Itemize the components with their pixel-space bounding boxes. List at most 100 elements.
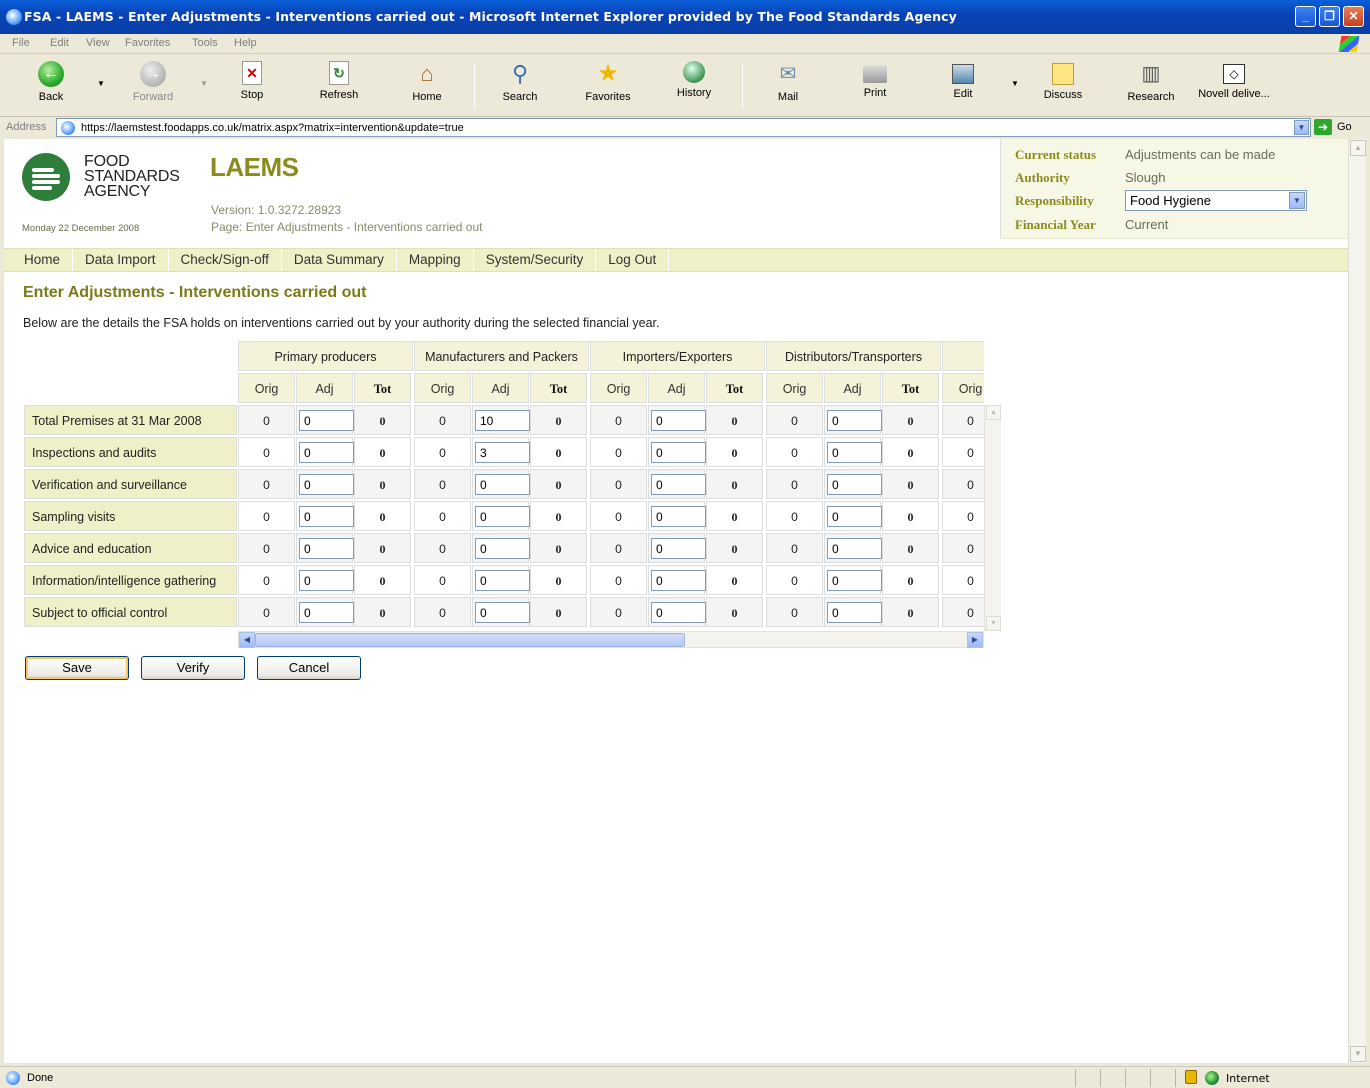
adjustment-input[interactable]: 0 [651,410,706,431]
adj-cell: 0 [824,405,882,435]
research-button[interactable]: ▥ Research [1124,59,1178,113]
matrix-horizontal-scrollbar[interactable]: ◀ ▶ [238,631,984,648]
nav-home[interactable]: Home [12,249,74,271]
scroll-up-icon[interactable]: ▲ [986,405,1001,420]
verify-button[interactable]: Verify [141,656,245,680]
page-vertical-scrollbar[interactable]: ▲ ▼ [1348,139,1366,1063]
adjustment-input[interactable]: 0 [299,570,354,591]
adjustment-input[interactable]: 0 [827,410,882,431]
adjustment-input[interactable]: 0 [827,442,882,463]
menu-favorites[interactable]: Favorites [125,37,170,49]
favorites-button[interactable]: ★ Favorites [578,59,638,113]
responsibility-select[interactable]: Food Hygiene ▼ [1125,190,1307,211]
edit-dropdown-icon[interactable]: ▼ [1011,79,1019,88]
adjustment-input[interactable]: 0 [827,474,882,495]
scroll-right-icon[interactable]: ▶ [967,632,983,648]
cancel-button[interactable]: Cancel [257,656,361,680]
orig-cell: 0 [414,405,471,435]
adj-cell: 0 [824,469,882,499]
history-button[interactable]: History [670,59,718,113]
menu-view[interactable]: View [86,37,110,49]
adjustment-input[interactable]: 0 [651,602,706,623]
close-button[interactable]: ✕ [1343,6,1364,27]
history-icon [683,61,705,83]
adjustment-input[interactable]: 0 [651,570,706,591]
adjustment-input[interactable]: 0 [475,602,530,623]
scroll-left-icon[interactable]: ◀ [239,632,255,648]
nav-data-summary[interactable]: Data Summary [282,249,397,271]
forward-button[interactable]: → Forward [124,59,182,113]
lock-icon [1185,1070,1197,1084]
search-button[interactable]: ⚲ Search [496,59,544,113]
minimize-button[interactable]: _ [1295,6,1316,27]
nav-system-security[interactable]: System/Security [474,249,597,271]
nav-data-import[interactable]: Data Import [73,249,169,271]
adjustment-input[interactable]: 0 [651,474,706,495]
menu-edit[interactable]: Edit [50,37,69,49]
address-dropdown-icon[interactable]: ▼ [1294,120,1309,135]
print-button[interactable]: Print [858,59,892,113]
menu-file[interactable]: File [12,37,30,49]
adjustment-input[interactable]: 0 [651,538,706,559]
responsibility-selected: Food Hygiene [1130,193,1211,208]
orig-cell: 0 [238,533,295,563]
forward-dropdown-icon[interactable]: ▼ [200,79,208,88]
nav-log-out[interactable]: Log Out [596,249,670,271]
discuss-label: Discuss [1043,89,1083,101]
adjustment-input[interactable]: 0 [651,442,706,463]
total-cell: 0 [530,469,587,499]
adj-cell: 0 [296,437,354,467]
scroll-up-icon[interactable]: ▲ [1350,140,1366,156]
adjustment-input[interactable]: 10 [475,410,530,431]
chevron-down-icon[interactable]: ▼ [1289,192,1305,209]
total-cell: 0 [706,437,763,467]
fsa-logo-icon [22,153,70,201]
adjustment-input[interactable]: 0 [299,602,354,623]
adjustment-input[interactable]: 0 [299,442,354,463]
scroll-down-icon[interactable]: ▼ [1350,1046,1366,1062]
column-header-tot: Tot [882,373,939,403]
toolbar-separator [742,63,743,109]
adjustment-input[interactable]: 3 [475,442,530,463]
nav-check-sign-off[interactable]: Check/Sign-off [169,249,282,271]
nav-mapping[interactable]: Mapping [397,249,474,271]
refresh-button[interactable]: ↻ Refresh [312,59,366,113]
go-arrow-icon[interactable]: ➔ [1314,119,1332,135]
adjustment-input[interactable]: 0 [299,474,354,495]
save-button[interactable]: Save [25,656,129,680]
adjustment-input[interactable]: 0 [827,570,882,591]
column-header-tot: Tot [706,373,763,403]
go-button[interactable]: Go [1337,121,1352,133]
novell-button[interactable]: ◇ Novell delive... [1196,59,1272,113]
home-button[interactable]: ⌂ Home [406,59,448,113]
adjustment-input[interactable]: 0 [651,506,706,527]
adjustment-input[interactable]: 0 [475,474,530,495]
refresh-label: Refresh [319,89,359,101]
edit-button[interactable]: Edit [947,59,979,113]
discuss-button[interactable]: Discuss [1040,59,1086,113]
orig-cell: 0 [590,533,647,563]
address-input[interactable]: https://laemstest.foodapps.co.uk/matrix.… [56,118,1311,137]
restore-button[interactable]: ❐ [1319,6,1340,27]
menu-tools[interactable]: Tools [192,37,218,49]
scroll-down-icon[interactable]: ▼ [986,616,1001,631]
orig-cell: 0 [414,469,471,499]
adjustment-input[interactable]: 0 [827,602,882,623]
stop-button[interactable]: ✕ Stop [232,59,272,113]
adjustment-input[interactable]: 0 [827,538,882,559]
forward-arrow-icon: → [140,61,166,87]
adjustment-input[interactable]: 0 [299,538,354,559]
matrix-vertical-scrollbar[interactable]: ▲ ▼ [984,405,1001,631]
adjustment-input[interactable]: 0 [827,506,882,527]
adjustment-input[interactable]: 0 [475,570,530,591]
back-dropdown-icon[interactable]: ▼ [97,79,105,88]
back-button[interactable]: ← Back [28,59,74,113]
adjustment-input[interactable]: 0 [475,506,530,527]
menu-help[interactable]: Help [234,37,257,49]
financial-year-value: Current [1125,217,1169,232]
scrollbar-thumb[interactable] [255,633,685,647]
mail-button[interactable]: ✉ Mail [770,59,806,113]
adjustment-input[interactable]: 0 [475,538,530,559]
adjustment-input[interactable]: 0 [299,410,354,431]
adjustment-input[interactable]: 0 [299,506,354,527]
